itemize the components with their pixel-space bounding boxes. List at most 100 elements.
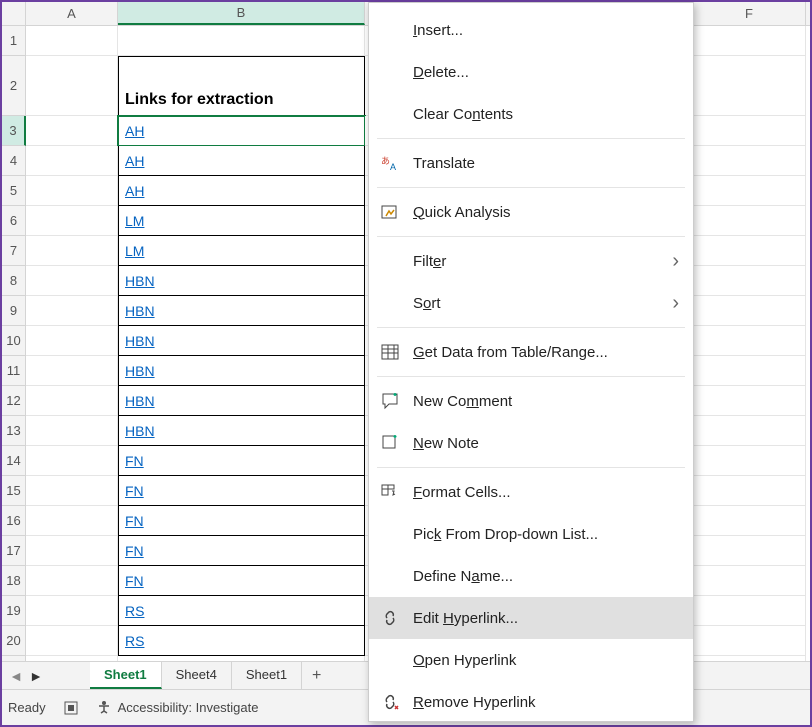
cell[interactable] xyxy=(26,386,118,416)
cell[interactable] xyxy=(693,206,806,236)
cell[interactable]: LM xyxy=(118,206,365,236)
sheet-tab[interactable]: Sheet4 xyxy=(162,662,232,689)
cell[interactable] xyxy=(693,356,806,386)
cell[interactable]: HBN xyxy=(118,356,365,386)
tab-nav-next[interactable]: ► xyxy=(28,668,44,684)
cell[interactable]: RS xyxy=(118,596,365,626)
row-header[interactable]: 5 xyxy=(2,176,26,206)
cell[interactable]: HBN xyxy=(118,386,365,416)
hyperlink[interactable]: LM xyxy=(125,213,144,229)
row-header[interactable]: 15 xyxy=(2,476,26,506)
row-header[interactable]: 16 xyxy=(2,506,26,536)
row-header[interactable]: 12 xyxy=(2,386,26,416)
cell[interactable]: FN xyxy=(118,566,365,596)
cell[interactable] xyxy=(693,446,806,476)
row-header[interactable]: 18 xyxy=(2,566,26,596)
cell[interactable]: LM xyxy=(118,236,365,266)
cell[interactable] xyxy=(26,626,118,656)
cell[interactable]: HBN xyxy=(118,416,365,446)
cell[interactable] xyxy=(26,416,118,446)
row-header[interactable]: 1 xyxy=(2,26,26,56)
menu-item[interactable]: Define Name... xyxy=(369,555,693,597)
select-all-triangle[interactable] xyxy=(2,2,26,25)
cell[interactable] xyxy=(693,566,806,596)
cell[interactable] xyxy=(693,266,806,296)
cell[interactable] xyxy=(693,596,806,626)
cell[interactable]: AH xyxy=(118,146,365,176)
row-header[interactable]: 10 xyxy=(2,326,26,356)
menu-item[interactable]: New Comment xyxy=(369,380,693,422)
hyperlink[interactable]: RS xyxy=(125,633,144,649)
cell[interactable] xyxy=(693,236,806,266)
cell[interactable] xyxy=(26,536,118,566)
row-header[interactable]: 6 xyxy=(2,206,26,236)
table-header-cell[interactable]: Links for extraction xyxy=(118,56,365,116)
cell[interactable]: FN xyxy=(118,476,365,506)
menu-item[interactable]: あATranslate xyxy=(369,142,693,184)
status-accessibility[interactable]: Accessibility: Investigate xyxy=(96,700,259,716)
hyperlink[interactable]: HBN xyxy=(125,303,155,319)
cell[interactable] xyxy=(26,26,118,56)
menu-item[interactable]: Clear Contents xyxy=(369,93,693,135)
cell[interactable] xyxy=(693,626,806,656)
row-header[interactable]: 13 xyxy=(2,416,26,446)
macro-record-icon[interactable] xyxy=(62,699,80,717)
cell[interactable] xyxy=(693,476,806,506)
row-header[interactable]: 14 xyxy=(2,446,26,476)
cell[interactable] xyxy=(26,326,118,356)
hyperlink[interactable]: AH xyxy=(125,183,144,199)
cell[interactable] xyxy=(26,356,118,386)
menu-item[interactable]: Delete... xyxy=(369,51,693,93)
menu-item[interactable]: Open Hyperlink xyxy=(369,639,693,681)
cell[interactable]: FN xyxy=(118,446,365,476)
tab-add-button[interactable]: + xyxy=(302,663,331,689)
menu-item[interactable]: Edit Hyperlink... xyxy=(369,597,693,639)
cell[interactable] xyxy=(693,26,806,56)
cell[interactable] xyxy=(26,476,118,506)
cell[interactable] xyxy=(693,386,806,416)
cell[interactable]: FN xyxy=(118,536,365,566)
hyperlink[interactable]: HBN xyxy=(125,423,155,439)
menu-item[interactable]: New Note xyxy=(369,422,693,464)
row-header[interactable]: 8 xyxy=(2,266,26,296)
row-header[interactable]: 2 xyxy=(2,56,26,116)
cell[interactable]: FN xyxy=(118,506,365,536)
cell[interactable] xyxy=(693,116,806,146)
menu-item[interactable]: Get Data from Table/Range... xyxy=(369,331,693,373)
cell[interactable] xyxy=(693,326,806,356)
menu-item[interactable]: Quick Analysis xyxy=(369,191,693,233)
row-header[interactable]: 3 xyxy=(2,116,26,146)
cell[interactable] xyxy=(118,26,365,56)
hyperlink[interactable]: HBN xyxy=(125,363,155,379)
menu-item[interactable]: Format Cells... xyxy=(369,471,693,513)
cell[interactable] xyxy=(26,56,118,116)
hyperlink[interactable]: HBN xyxy=(125,333,155,349)
cell[interactable] xyxy=(693,296,806,326)
cell[interactable] xyxy=(693,146,806,176)
cell[interactable] xyxy=(26,296,118,326)
menu-item[interactable]: Remove Hyperlink xyxy=(369,681,693,722)
menu-item[interactable]: Filter› xyxy=(369,240,693,282)
row-header[interactable]: 11 xyxy=(2,356,26,386)
cell[interactable] xyxy=(26,266,118,296)
menu-item[interactable]: Insert... xyxy=(369,9,693,51)
cell[interactable]: RS xyxy=(118,626,365,656)
cell[interactable] xyxy=(693,416,806,446)
hyperlink[interactable]: HBN xyxy=(125,393,155,409)
cell[interactable] xyxy=(26,116,118,146)
row-header[interactable]: 4 xyxy=(2,146,26,176)
cell[interactable] xyxy=(26,446,118,476)
cell[interactable] xyxy=(26,206,118,236)
cell[interactable] xyxy=(693,536,806,566)
col-header-A[interactable]: A xyxy=(26,2,118,25)
row-header[interactable]: 9 xyxy=(2,296,26,326)
hyperlink[interactable]: HBN xyxy=(125,273,155,289)
cell[interactable]: HBN xyxy=(118,326,365,356)
cell[interactable]: AH xyxy=(118,116,365,146)
cell[interactable]: HBN xyxy=(118,266,365,296)
row-header[interactable]: 19 xyxy=(2,596,26,626)
cell[interactable] xyxy=(693,506,806,536)
hyperlink[interactable]: AH xyxy=(125,153,144,169)
hyperlink[interactable]: RS xyxy=(125,603,144,619)
cell[interactable] xyxy=(26,566,118,596)
